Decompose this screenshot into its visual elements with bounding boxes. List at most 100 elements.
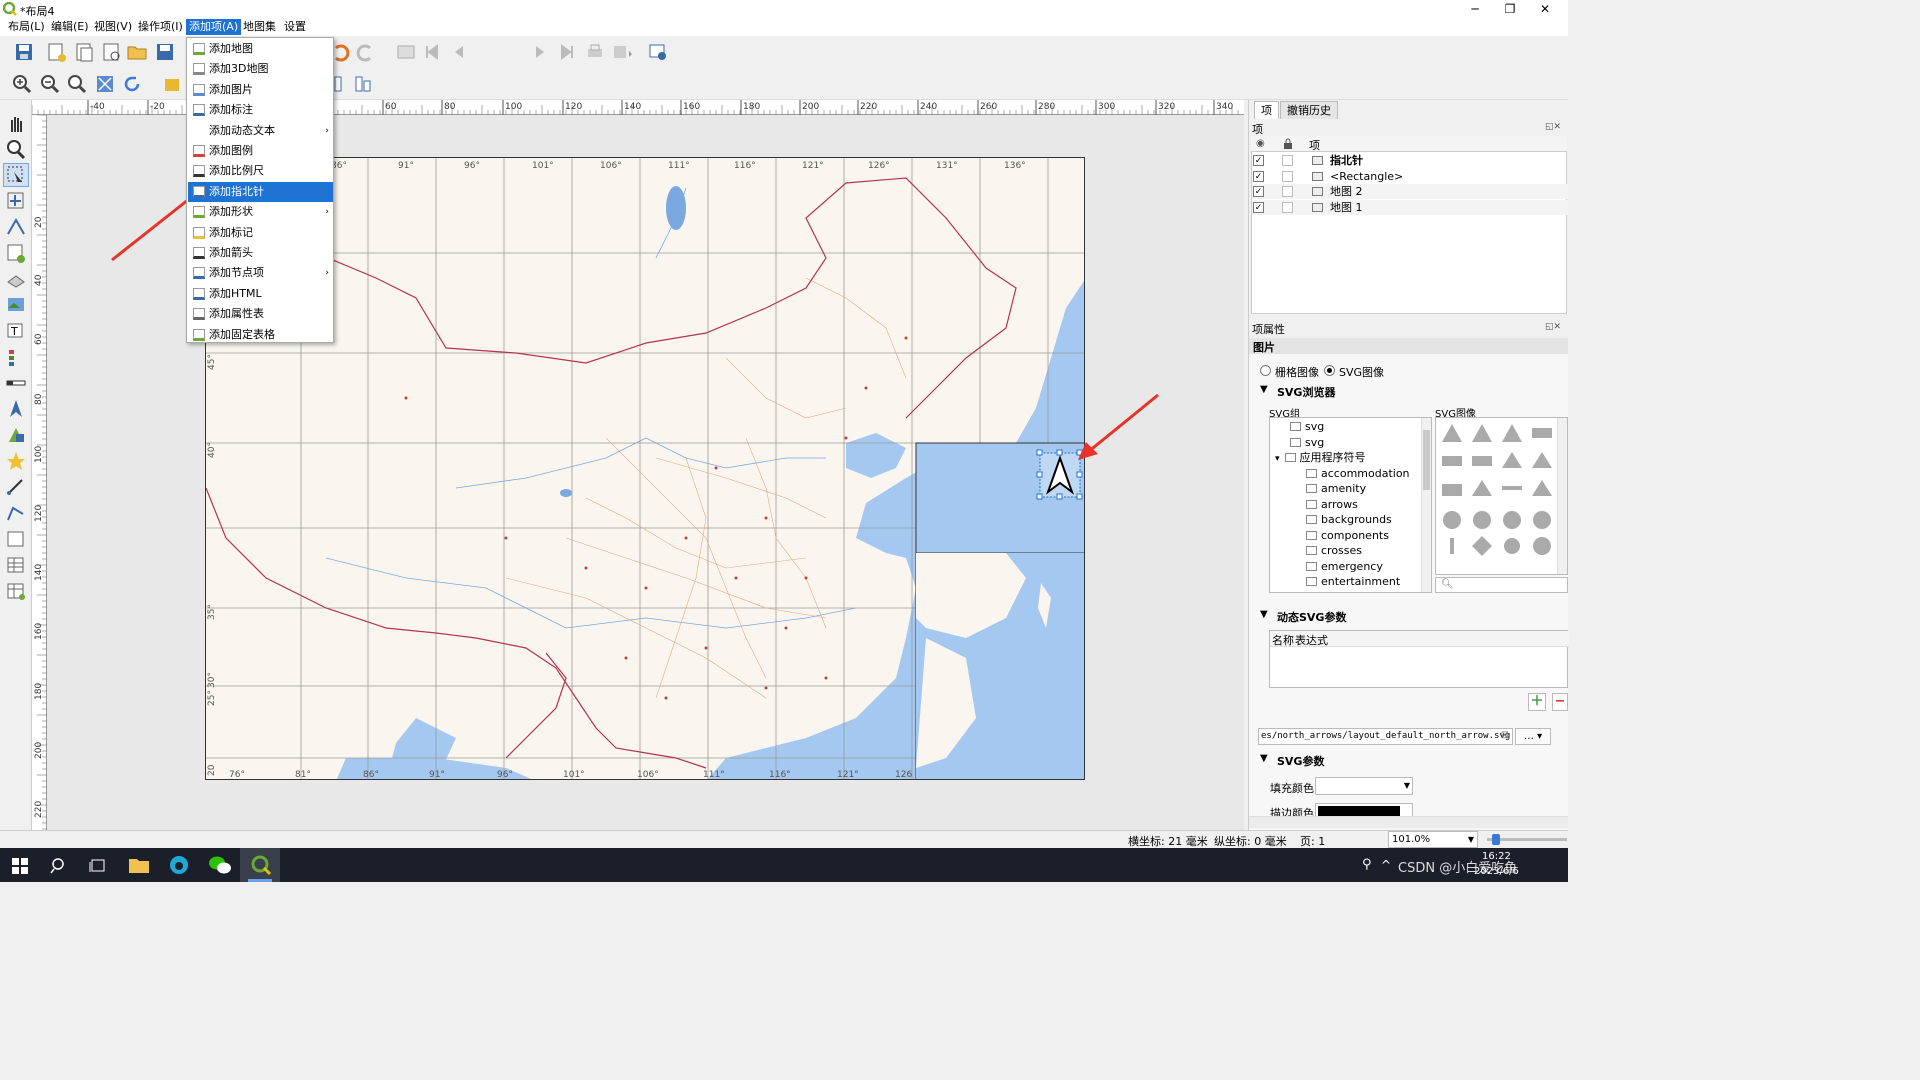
duplicate-layout-button[interactable] (72, 40, 96, 64)
tab-items[interactable]: 项 (1254, 101, 1279, 119)
move-content-icon[interactable] (4, 190, 28, 212)
tray-chevron-icon[interactable]: ^ (1381, 858, 1391, 872)
properties-float-icon[interactable]: ◱✕ (1545, 322, 1561, 332)
zoom-tool-icon[interactable] (4, 138, 28, 160)
visibility-checkbox[interactable]: ✓ (1253, 155, 1264, 166)
browse-button[interactable]: … ▾ (1515, 728, 1551, 745)
export-atlas-button[interactable] (609, 40, 633, 64)
layout-manager-button[interactable] (99, 40, 123, 64)
dropdown-item[interactable]: 添加固定表格 (188, 325, 333, 345)
svg-group-item[interactable]: amenity (1306, 481, 1366, 497)
atlas-preview-button[interactable] (394, 40, 418, 64)
add-fixed-table-icon[interactable] (4, 580, 28, 602)
svg-group-item[interactable]: svg (1290, 419, 1324, 435)
clear-icon[interactable]: ⊠ (1501, 730, 1509, 741)
dropdown-item[interactable]: 添加指北针 (188, 181, 333, 202)
dropdown-item[interactable]: 添加标记 (188, 223, 333, 243)
dropdown-item[interactable]: 添加地图 (188, 39, 333, 59)
map-1[interactable]: 86° 91° 96° 101° 106° 111° 116° 121° 126° 131° 136… (206, 158, 1085, 780)
add-map-icon[interactable] (4, 242, 28, 264)
last-feature-button[interactable] (555, 40, 579, 64)
menu-add-item[interactable]: 添加项(A) (186, 19, 242, 35)
close-button[interactable]: ✕ (1528, 0, 1562, 18)
dropdown-item[interactable]: 添加标注 (188, 100, 333, 120)
layout-item-row[interactable]: ✓ <Rectangle> (1252, 169, 1568, 184)
add-north-arrow-icon[interactable] (4, 398, 28, 420)
svg-group-item[interactable]: ▾ 应用程序符号 (1275, 450, 1366, 466)
svg-browser-section[interactable]: SVG浏览器 (1277, 384, 1335, 400)
atlas-settings-button[interactable] (646, 40, 670, 64)
next-feature-button[interactable] (528, 40, 552, 64)
minimize-button[interactable]: ─ (1458, 0, 1492, 18)
zoom-in-button[interactable] (10, 72, 34, 96)
tree-scrollbar[interactable] (1421, 418, 1431, 592)
svg-group-item[interactable]: svg (1290, 435, 1324, 451)
windows-start-icon[interactable] (12, 858, 28, 874)
dropdown-item[interactable]: 添加HTML (188, 284, 333, 304)
zoom-full-button[interactable] (93, 72, 117, 96)
file-explorer-icon[interactable] (128, 855, 150, 875)
add-label-icon[interactable]: T (4, 320, 28, 342)
svg-group-item[interactable]: arrows (1306, 497, 1358, 513)
edit-nodes-icon[interactable] (4, 216, 28, 238)
zoom-slider-handle[interactable] (1492, 834, 1500, 845)
layout-page[interactable]: 86° 91° 96° 101° 106° 111° 116° 121° 126° 131° 136… (205, 157, 1085, 780)
add-scalebar-icon[interactable] (4, 372, 28, 394)
svg-radio[interactable] (1324, 365, 1335, 376)
svg-params-section[interactable]: SVG参数 (1277, 753, 1324, 769)
remove-param-button[interactable]: − (1552, 693, 1568, 711)
svg-search-input[interactable]: 🔍︎ (1435, 577, 1568, 593)
zoom-actual-button[interactable] (65, 72, 89, 96)
fill-color-button[interactable]: ▼ (1315, 777, 1413, 795)
menu-atlas[interactable]: 地图集 (240, 19, 279, 35)
zoom-out-button[interactable] (38, 72, 62, 96)
dropdown-item[interactable]: 添加箭头 (188, 243, 333, 263)
dropdown-item[interactable]: 添加3D地图 (188, 59, 333, 79)
svg-group-item[interactable]: emergency (1306, 559, 1383, 575)
add-legend-icon[interactable] (4, 346, 28, 368)
add-attribute-table-icon[interactable] (4, 554, 28, 576)
menu-edit[interactable]: 编辑(E) (48, 19, 92, 35)
dropdown-item[interactable]: 添加节点项 › (188, 263, 333, 283)
properties-hscrollbar[interactable] (1249, 816, 1568, 828)
print-atlas-button[interactable] (583, 40, 607, 64)
redo-button[interactable] (354, 40, 378, 64)
menu-items[interactable]: 操作项(I) (135, 19, 186, 35)
lock-checkbox[interactable] (1282, 201, 1293, 213)
zoom-combobox[interactable]: 101.0% ▼ (1388, 831, 1478, 848)
raster-radio[interactable] (1260, 365, 1271, 376)
svg-group-item[interactable]: crosses (1306, 543, 1362, 559)
add-marker-icon[interactable] (4, 450, 28, 472)
grid-scrollbar[interactable] (1557, 418, 1567, 574)
dropdown-item[interactable]: 添加比例尺 (188, 161, 333, 181)
previous-feature-button[interactable] (447, 40, 471, 64)
dropdown-item[interactable]: 添加属性表 (188, 304, 333, 324)
new-layout-button[interactable] (44, 40, 68, 64)
float-close-icon[interactable]: ◱✕ (1545, 122, 1561, 132)
add-polyline-icon[interactable] (4, 502, 28, 524)
collapse-icon[interactable]: ▼ (1260, 753, 1268, 764)
dynamic-svg-section[interactable]: 动态SVG参数 (1277, 609, 1346, 625)
pan-icon[interactable] (4, 112, 28, 134)
dropdown-item[interactable]: 添加形状 › (188, 202, 333, 222)
visibility-checkbox[interactable]: ✓ (1253, 170, 1264, 182)
collapse-icon[interactable]: ▼ (1260, 609, 1268, 620)
dynamic-params-table[interactable]: 名称 表达式 (1269, 630, 1569, 688)
layout-item-row[interactable]: ✓ 指北针 (1252, 153, 1568, 168)
dropdown-item[interactable]: 添加动态文本 › (188, 121, 333, 141)
collapse-icon[interactable]: ▼ (1260, 384, 1268, 395)
layout-item-row[interactable]: ✓ 地图 2 (1252, 184, 1568, 199)
svg-group-tree[interactable]: svg svg ▾ 应用程序符号 accommodation amenity arrows b… (1269, 417, 1432, 593)
lock-checkbox[interactable] (1282, 155, 1293, 166)
svg-group-item[interactable]: components (1306, 528, 1389, 544)
add-param-button[interactable]: ＋ (1528, 693, 1546, 711)
svg-path-input[interactable]: es/north_arrows/layout_default_north_arr… (1258, 728, 1513, 745)
add-picture-icon[interactable] (4, 294, 28, 316)
svg-group-item[interactable]: entertainment (1306, 574, 1400, 590)
visibility-checkbox[interactable]: ✓ (1253, 201, 1264, 213)
edge-icon[interactable] (168, 854, 190, 876)
save-layout-button[interactable] (12, 40, 36, 64)
lock-items-button[interactable] (160, 72, 184, 96)
task-view-icon[interactable] (89, 857, 107, 875)
visibility-checkbox[interactable]: ✓ (1253, 186, 1264, 197)
